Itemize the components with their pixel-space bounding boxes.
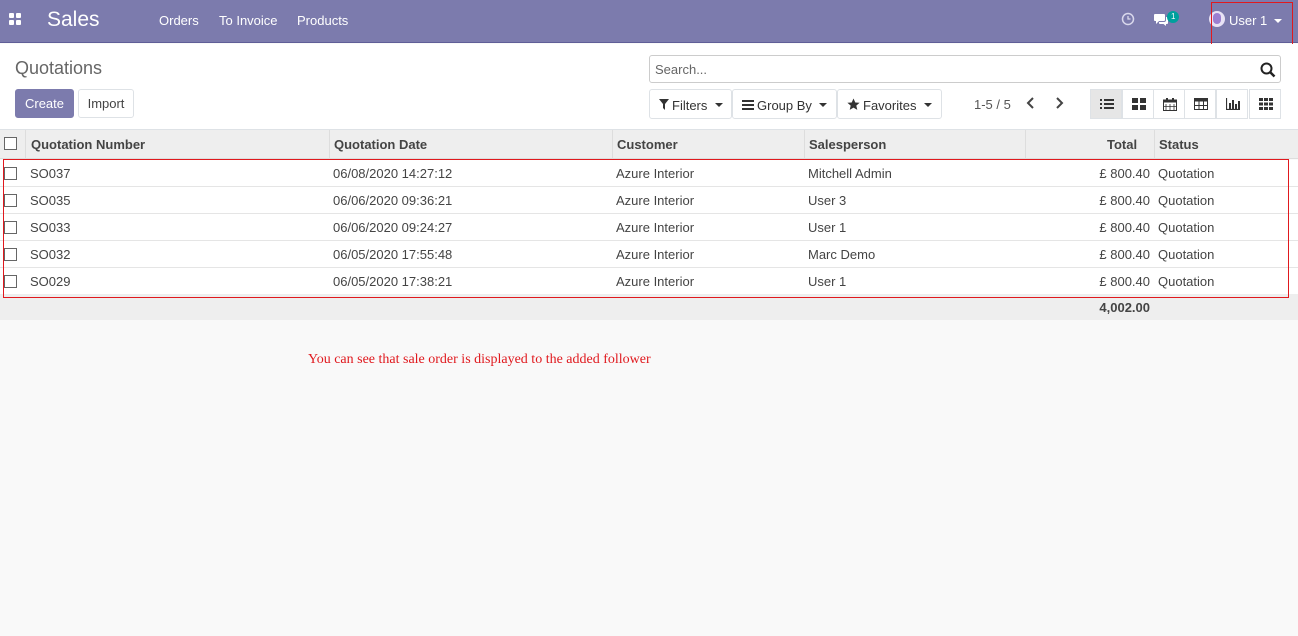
header-salesperson[interactable]: Salesperson (809, 137, 886, 152)
chevron-down-icon (924, 103, 932, 107)
search-input[interactable] (655, 62, 1245, 77)
import-button[interactable]: Import (78, 89, 134, 118)
table-header: Quotation Number Quotation Date Customer… (0, 130, 1298, 159)
header-total[interactable]: Total (1107, 137, 1137, 152)
menu-products[interactable]: Products (297, 13, 348, 28)
menu-to-invoice[interactable]: To Invoice (219, 13, 278, 28)
list-view-icon (1100, 99, 1114, 109)
chat-count-badge: 1 (1167, 11, 1180, 23)
pivot-view-icon (1194, 98, 1208, 110)
calendar-view-icon (1163, 98, 1177, 111)
kanban-view-icon (1132, 98, 1146, 110)
group-by-label: Group By (757, 98, 812, 113)
pager-value[interactable]: 1-5 / 5 (974, 97, 1011, 112)
annotation-text: You can see that sale order is displayed… (308, 352, 651, 367)
favorites-label: Favorites (863, 98, 917, 113)
activity-clock-icon[interactable] (1121, 12, 1135, 26)
search-icon[interactable] (1260, 62, 1276, 78)
view-kanban-button[interactable] (1122, 89, 1154, 119)
activity-view-icon (1259, 98, 1273, 110)
chevron-down-icon (715, 103, 723, 107)
favorites-button[interactable]: Favorites (837, 89, 942, 119)
control-panel: Quotations Create Import Filters Group B… (0, 44, 1298, 130)
filter-icon (659, 99, 669, 110)
view-list-button[interactable] (1090, 89, 1122, 119)
view-pivot-button[interactable] (1184, 89, 1216, 119)
rows-highlight-box (3, 159, 1289, 298)
view-graph-button[interactable] (1216, 89, 1248, 119)
app-brand: Sales (47, 8, 100, 31)
header-customer[interactable]: Customer (617, 137, 678, 152)
pager-previous-icon[interactable] (1025, 96, 1037, 110)
group-by-icon (742, 100, 754, 110)
group-by-button[interactable]: Group By (732, 89, 837, 119)
page-title: Quotations (15, 58, 103, 78)
pager-next-icon[interactable] (1053, 96, 1065, 110)
create-button[interactable]: Create (15, 89, 74, 118)
menu-orders[interactable]: Orders (159, 13, 199, 28)
search-box (649, 55, 1281, 83)
footer-total: 4,002.00 (1099, 300, 1150, 315)
star-icon (847, 98, 860, 110)
user-highlight-box (1211, 2, 1293, 47)
apps-menu-icon[interactable] (9, 13, 22, 26)
chevron-down-icon (819, 103, 827, 107)
header-quotation-number[interactable]: Quotation Number (31, 137, 145, 152)
header-quotation-date[interactable]: Quotation Date (334, 137, 427, 152)
view-activity-button[interactable] (1249, 89, 1281, 119)
filters-label: Filters (672, 98, 708, 113)
select-all-checkbox[interactable] (4, 137, 17, 150)
header-status[interactable]: Status (1159, 137, 1199, 152)
view-calendar-button[interactable] (1153, 89, 1185, 119)
filters-button[interactable]: Filters (649, 89, 732, 119)
graph-view-icon (1226, 98, 1240, 110)
top-navbar: Sales Orders To Invoice Products 1 User … (0, 0, 1298, 43)
